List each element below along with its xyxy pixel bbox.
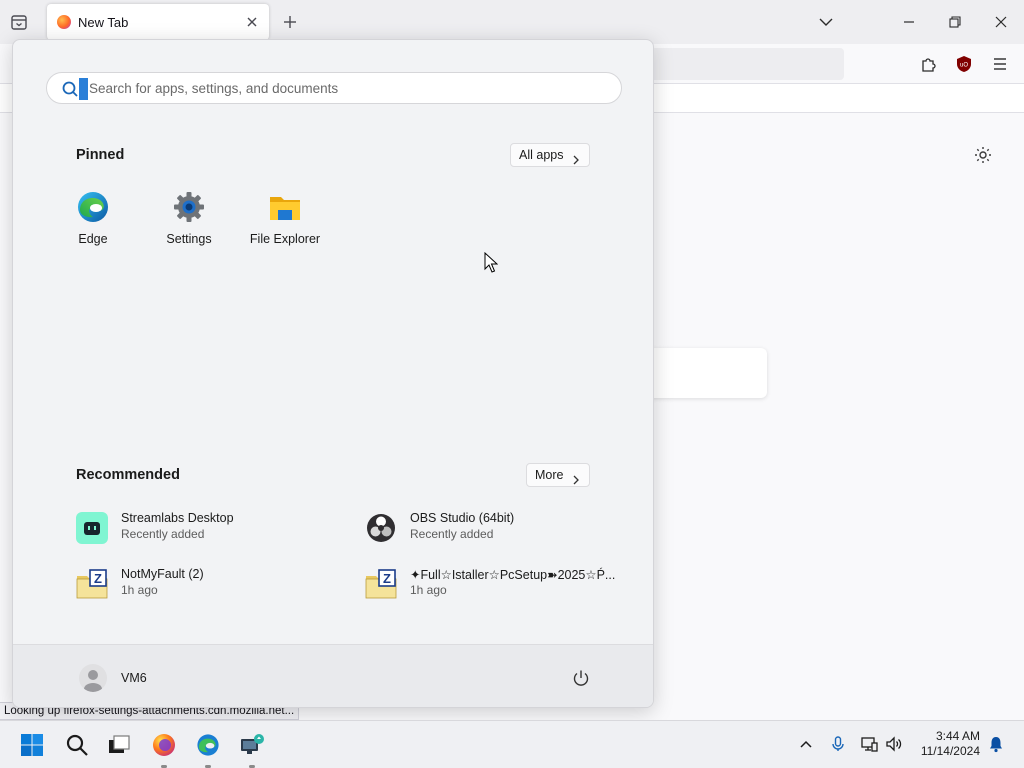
start-search-box[interactable] — [46, 72, 622, 104]
windows-start-icon[interactable] — [20, 733, 44, 757]
pinned-app-label: Edge — [78, 232, 108, 246]
microphone-icon[interactable] — [829, 735, 847, 753]
recommended-item[interactable]: OBS Studio (64bit) Recently added — [365, 509, 615, 547]
settings-gear-icon — [172, 190, 206, 224]
firefox-icon[interactable] — [152, 733, 176, 757]
recommended-item-subtitle: 1h ago — [121, 583, 158, 597]
search-icon[interactable] — [65, 733, 89, 757]
start-menu: Pinned All apps Edge — [12, 39, 654, 708]
start-footer: VM6 — [13, 644, 653, 707]
pinned-app-label: Settings — [166, 232, 212, 246]
taskbar: 3:44 AM 11/14/2024 — [0, 720, 1024, 768]
notification-bell-icon[interactable] — [987, 735, 1005, 753]
tab-title: New Tab — [78, 15, 129, 30]
recommended-item[interactable]: Z ✦Full☆Istaller☆PcSetup➽2025☆Ṕ... 1h ag… — [365, 565, 615, 603]
task-view-icon[interactable] — [107, 733, 131, 757]
avatar[interactable] — [79, 664, 107, 692]
recommended-item-name: OBS Studio (64bit) — [410, 511, 515, 525]
pinned-app-label: File Explorer — [249, 232, 321, 246]
power-icon[interactable] — [571, 668, 591, 688]
text-caret — [79, 78, 88, 100]
chevron-right-icon — [571, 150, 581, 165]
svg-text:uO: uO — [960, 63, 968, 69]
list-all-tabs-icon[interactable] — [8, 11, 30, 33]
mouse-cursor-icon — [484, 251, 499, 274]
ublock-shield-icon[interactable]: uO — [954, 54, 974, 74]
recommended-item-name: Streamlabs Desktop — [121, 511, 234, 525]
recommended-heading: Recommended — [76, 467, 180, 483]
recommended-item-name: NotMyFault (2) — [121, 567, 204, 581]
clock-time: 3:44 AM — [935, 729, 980, 743]
browser-tab-bar: New Tab — [0, 0, 1024, 44]
firefox-favicon-icon — [57, 15, 71, 29]
chevron-up-icon[interactable] — [797, 735, 815, 753]
extensions-puzzle-icon[interactable] — [919, 54, 939, 74]
all-apps-button[interactable]: All apps — [510, 143, 591, 167]
more-label: More — [535, 468, 564, 482]
obs-icon — [365, 512, 397, 544]
clock-date: 11/14/2024 — [920, 744, 980, 758]
url-bar[interactable] — [640, 48, 844, 80]
search-icon — [61, 80, 79, 98]
system-clock[interactable]: 3:44 AM 11/14/2024 — [914, 729, 980, 759]
recommended-item-subtitle: 1h ago — [410, 583, 447, 597]
network-icon[interactable] — [860, 735, 878, 753]
recommended-item[interactable]: Z NotMyFault (2) 1h ago — [76, 565, 326, 603]
browser-tab[interactable]: New Tab — [47, 4, 269, 40]
streamlabs-icon — [76, 512, 108, 544]
zip-folder-icon: Z — [76, 568, 108, 600]
svg-text:Z: Z — [94, 571, 102, 586]
hamburger-menu-icon[interactable] — [990, 54, 1010, 74]
user-name[interactable]: VM6 — [121, 671, 147, 685]
close-tab-icon[interactable] — [245, 15, 259, 29]
chevron-right-icon — [571, 470, 581, 485]
search-input[interactable] — [89, 77, 609, 99]
svg-text:Z: Z — [383, 571, 391, 586]
folder-icon — [268, 190, 302, 224]
pinned-heading: Pinned — [76, 147, 125, 163]
recommended-item-subtitle: Recently added — [121, 527, 205, 541]
edge-icon — [76, 190, 110, 224]
pinned-app-edge[interactable]: Edge — [53, 188, 133, 252]
volume-icon[interactable] — [885, 735, 903, 753]
recommended-item-name: ✦Full☆Istaller☆PcSetup➽2025☆Ṕ... — [410, 568, 616, 582]
remote-app-icon[interactable] — [240, 733, 264, 757]
new-tab-plus-icon[interactable] — [282, 14, 298, 30]
pinned-app-file-explorer[interactable]: File Explorer — [245, 188, 325, 252]
newtab-card[interactable] — [640, 348, 767, 398]
recommended-item-subtitle: Recently added — [410, 527, 494, 541]
edge-icon[interactable] — [196, 733, 220, 757]
minimize-icon[interactable] — [899, 12, 919, 32]
pinned-app-settings[interactable]: Settings — [149, 188, 229, 252]
zip-folder-icon: Z — [365, 568, 397, 600]
more-button[interactable]: More — [526, 463, 591, 487]
restore-icon[interactable] — [945, 12, 965, 32]
chevron-down-icon[interactable] — [816, 12, 836, 32]
recommended-item[interactable]: Streamlabs Desktop Recently added — [76, 509, 326, 547]
all-apps-label: All apps — [519, 148, 564, 162]
close-window-icon[interactable] — [991, 12, 1011, 32]
page-settings-gear-icon[interactable] — [973, 145, 993, 165]
